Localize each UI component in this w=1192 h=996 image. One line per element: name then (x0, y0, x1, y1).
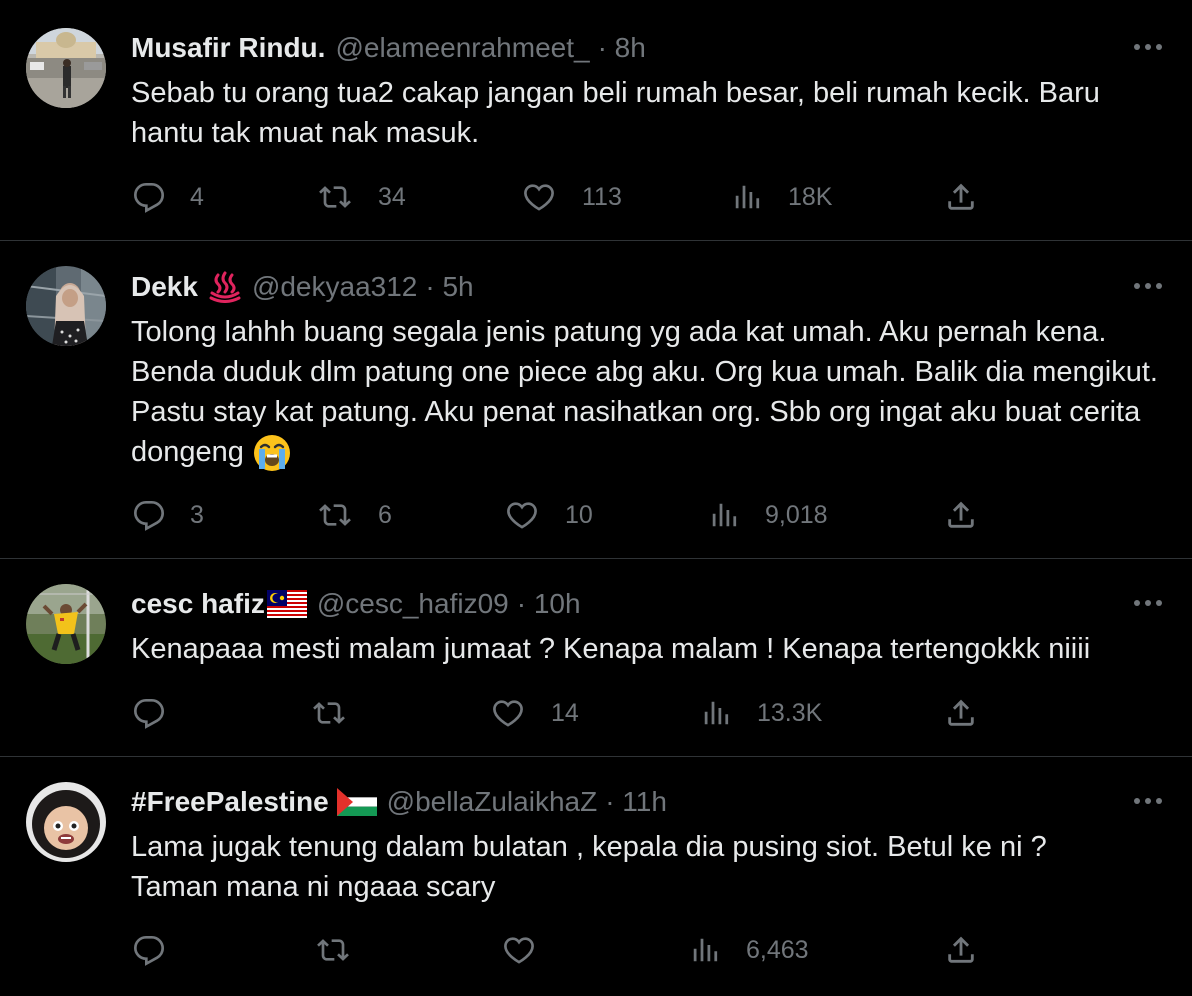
more-icon (1134, 600, 1162, 606)
timestamp[interactable]: · 11h (605, 786, 667, 818)
timestamp[interactable]: · 8h (598, 32, 646, 64)
reply-count: 3 (190, 500, 204, 529)
view-count: 6,463 (746, 935, 809, 964)
more-icon (1134, 283, 1162, 289)
tweet[interactable]: Musafir Rindu. @elameenrahmeet_ · 8h Seb… (0, 0, 1192, 241)
tweet-text: Tolong lahhh buang segala jenis patung y… (131, 312, 1161, 473)
more-options-button[interactable] (1130, 786, 1166, 816)
palestine-flag-icon (336, 788, 377, 816)
like-button[interactable]: 113 (522, 177, 622, 217)
like-button[interactable] (502, 930, 550, 970)
display-name[interactable]: Dekk (131, 271, 198, 303)
handle[interactable]: @bellaZulaikhaZ (387, 786, 598, 818)
handle[interactable]: @dekyaa312 (252, 271, 417, 303)
like-count: 113 (582, 182, 622, 211)
avatar[interactable] (26, 782, 106, 862)
heart-icon (493, 700, 523, 727)
retweet-count: 34 (378, 182, 406, 211)
views-button[interactable]: 13.3K (701, 693, 822, 733)
retweet-icon (319, 504, 351, 526)
reply-button[interactable] (132, 693, 180, 733)
more-icon (1134, 798, 1162, 804)
share-icon (948, 699, 974, 726)
retweet-button[interactable]: 6 (316, 495, 392, 535)
heart-icon (524, 184, 554, 211)
view-count: 9,018 (765, 500, 828, 529)
reply-button[interactable] (132, 930, 180, 970)
analytics-icon (712, 503, 737, 527)
retweet-count: 6 (378, 500, 392, 529)
view-count: 13.3K (757, 698, 823, 727)
tweet-text: Kenapaaa mesti malam jumaat ? Kenapa mal… (131, 633, 1091, 665)
reply-icon (133, 501, 165, 531)
reply-button[interactable]: 4 (132, 177, 204, 217)
reply-button[interactable]: 3 (132, 495, 204, 535)
like-count: 14 (551, 698, 579, 727)
view-count: 18K (788, 182, 833, 211)
display-name[interactable]: Musafir Rindu. (131, 32, 325, 64)
tweet[interactable]: Dekk @dekyaa312 · 5h Tolong lahhh buang … (0, 241, 1192, 559)
avatar[interactable] (26, 584, 106, 664)
display-name[interactable]: cesc hafiz (131, 588, 265, 620)
hot-springs-icon (209, 271, 241, 303)
views-button[interactable]: 6,463 (690, 930, 809, 970)
share-button[interactable] (944, 177, 978, 217)
like-count: 10 (565, 500, 593, 529)
retweet-button[interactable] (310, 693, 362, 733)
retweet-icon (317, 939, 349, 961)
more-options-button[interactable] (1130, 32, 1166, 62)
more-options-button[interactable] (1130, 271, 1166, 301)
tweet[interactable]: cesc hafiz @cesc_hafiz09 · 10h Kenapaaa … (0, 559, 1192, 757)
like-button[interactable]: 14 (491, 693, 579, 733)
malaysia-flag-icon (266, 590, 307, 618)
share-button[interactable] (944, 930, 978, 970)
analytics-icon (735, 185, 760, 209)
loudly-crying-face-icon (253, 435, 290, 472)
analytics-icon (693, 938, 718, 962)
more-icon (1134, 44, 1162, 50)
retweet-button[interactable]: 34 (316, 177, 406, 217)
tweet-text: Sebab tu orang tua2 cakap jangan beli ru… (131, 77, 1100, 149)
views-button[interactable]: 18K (732, 177, 832, 217)
reply-count: 4 (190, 182, 204, 211)
retweet-icon (319, 186, 351, 208)
tweet-header: #FreePalestine @bellaZulaikhaZ · 11h (131, 785, 667, 819)
handle[interactable]: @elameenrahmeet_ (335, 32, 589, 64)
share-icon (948, 183, 974, 210)
share-icon (948, 936, 974, 963)
views-button[interactable]: 9,018 (709, 495, 828, 535)
avatar[interactable] (26, 28, 106, 108)
like-button[interactable]: 10 (505, 495, 593, 535)
tweet-text: Lama jugak tenung dalam bulatan , kepala… (131, 831, 1047, 903)
share-button[interactable] (944, 693, 978, 733)
timestamp[interactable]: · 10h (517, 588, 581, 620)
timestamp[interactable]: · 5h (425, 271, 473, 303)
retweet-icon (313, 702, 345, 724)
share-button[interactable] (944, 495, 978, 535)
share-icon (948, 501, 974, 528)
tweet[interactable]: #FreePalestine @bellaZulaikhaZ · 11h Lam… (0, 757, 1192, 996)
reply-icon (133, 183, 165, 213)
analytics-icon (704, 701, 729, 725)
avatar[interactable] (26, 266, 106, 346)
tweet-header: cesc hafiz @cesc_hafiz09 · 10h (131, 587, 581, 621)
reply-icon (133, 699, 165, 729)
heart-icon (507, 502, 537, 529)
reply-icon (133, 936, 165, 966)
retweet-button[interactable] (314, 930, 366, 970)
display-name[interactable]: #FreePalestine (131, 786, 329, 818)
handle[interactable]: @cesc_hafiz09 (317, 588, 509, 620)
tweet-header: Musafir Rindu. @elameenrahmeet_ · 8h (131, 31, 646, 65)
tweet-header: Dekk @dekyaa312 · 5h (131, 270, 474, 304)
heart-icon (504, 937, 534, 964)
more-options-button[interactable] (1130, 588, 1166, 618)
